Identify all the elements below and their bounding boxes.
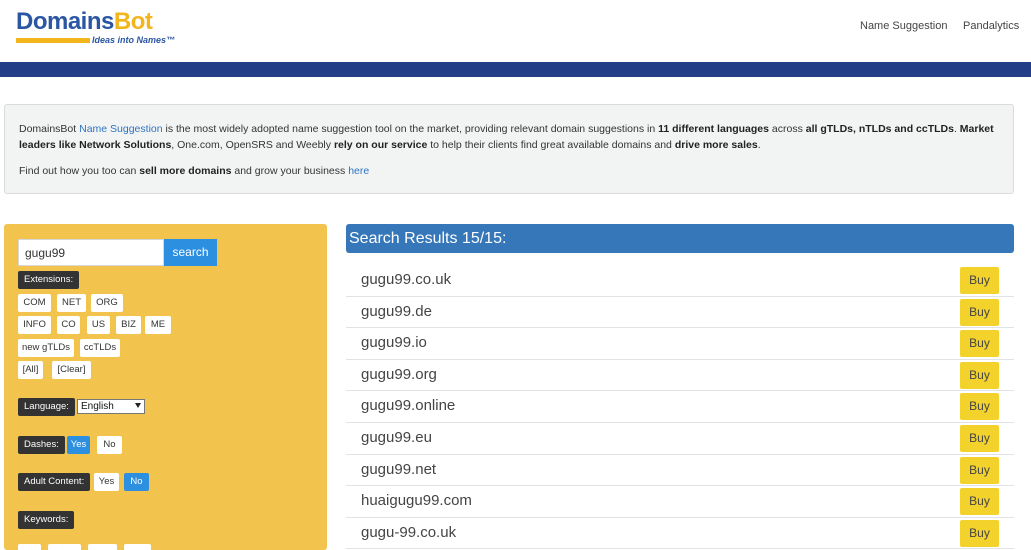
logo-tagline: Ideas into Names™ — [90, 35, 178, 46]
site-header: DomainsBot Ideas into Names™ Name Sugges… — [0, 0, 1031, 62]
result-row: gugu99.net Buy — [346, 455, 1014, 487]
intro-text: to help their clients find great availab… — [427, 139, 675, 151]
results-header: Search Results 15/15: — [346, 224, 1014, 253]
result-row: gugu99.de Buy — [346, 297, 1014, 329]
results-list: gugu99.co.uk Buy gugu99.de Buy gugu99.io Bu… — [346, 265, 1014, 550]
intro-text: and grow your business — [231, 165, 349, 177]
ext-chip-org[interactable]: ORG — [91, 294, 123, 312]
intro-text: , One.com, OpenSRS and Weebly — [171, 139, 334, 151]
adult-yes-toggle[interactable]: Yes — [94, 473, 119, 491]
intro-bold: 11 different languages — [658, 123, 769, 135]
buy-button[interactable]: Buy — [960, 424, 999, 452]
nav-name-suggestion[interactable]: Name Suggestion — [860, 20, 947, 32]
adult-no-toggle[interactable]: No — [124, 473, 149, 491]
intro-text: is the most widely adopted name suggesti… — [162, 123, 659, 135]
language-label: Language: — [18, 398, 75, 416]
result-domain[interactable]: gugu99.de — [361, 303, 432, 320]
keyword-chip[interactable] — [88, 544, 117, 550]
domainsbot-logo[interactable]: DomainsBot Ideas into Names™ — [16, 8, 178, 48]
result-row: gugu99.org Buy — [346, 360, 1014, 392]
language-selected-value: English — [81, 401, 114, 412]
name-suggestion-link[interactable]: Name Suggestion — [79, 123, 162, 135]
here-link[interactable]: here — [348, 165, 369, 177]
intro-bold: drive more sales — [674, 139, 758, 151]
buy-button[interactable]: Buy — [960, 393, 999, 421]
buy-button[interactable]: Buy — [960, 330, 999, 358]
header-band — [0, 62, 1031, 77]
buy-button[interactable]: Buy — [960, 267, 999, 294]
buy-button[interactable]: Buy — [960, 519, 999, 547]
result-domain[interactable]: gugu99.io — [361, 334, 427, 351]
adult-content-label: Adult Content: — [18, 473, 91, 491]
result-domain[interactable]: gugu99.org — [361, 366, 437, 383]
intro-bold: all gTLDs, nTLDs and ccTLDs — [805, 123, 954, 135]
intro-box: DomainsBot Name Suggestion is the most w… — [4, 104, 1014, 194]
intro-text: DomainsBot — [19, 123, 80, 135]
keyword-chip[interactable] — [18, 544, 41, 550]
dashes-yes-toggle[interactable]: Yes — [67, 436, 90, 454]
result-domain[interactable]: gugu99.eu — [361, 429, 432, 446]
result-row: huaigugu99.com Buy — [346, 486, 1014, 518]
result-domain[interactable]: gugu99.online — [361, 397, 455, 414]
buy-button[interactable]: Buy — [960, 456, 999, 484]
ext-chip-all[interactable]: [All] — [18, 361, 43, 379]
ext-chip-co[interactable]: CO — [57, 316, 80, 334]
result-row: gugu99.co.uk Buy — [346, 265, 1014, 297]
ext-chip-net[interactable]: NET — [57, 294, 86, 312]
result-row: gugu99.io Buy — [346, 328, 1014, 360]
extensions-label: Extensions: — [18, 271, 80, 289]
result-domain[interactable]: huaigugu99.com — [361, 492, 472, 509]
ext-chip-us[interactable]: US — [87, 316, 110, 334]
intro-text: . — [757, 139, 761, 151]
nav-pandalytics[interactable]: Pandalytics — [963, 20, 1019, 32]
result-row: gugu99.eu Buy — [346, 423, 1014, 455]
intro-text: Find out how you too can — [19, 165, 140, 177]
language-select[interactable]: English — [77, 399, 145, 414]
keyword-chip[interactable] — [48, 544, 81, 550]
intro-cta-paragraph: Find out how you too can sell more domai… — [19, 163, 999, 179]
ext-chip-info[interactable]: INFO — [18, 316, 51, 334]
intro-bold: rely on our service — [333, 139, 428, 151]
logo-part-bot: Bot — [113, 8, 153, 35]
keyword-chip[interactable] — [124, 544, 151, 550]
search-button[interactable]: search — [164, 239, 217, 266]
dashes-label: Dashes: — [18, 436, 65, 454]
result-domain[interactable]: gugu99.co.uk — [361, 271, 451, 288]
intro-bold: sell more domains — [139, 165, 232, 177]
buy-button[interactable]: Buy — [960, 361, 999, 389]
ext-chip-com[interactable]: COM — [18, 294, 51, 312]
filter-panel: search Extensions: COM NET ORG INFO CO U… — [4, 224, 327, 550]
result-row: gugu99.online Buy — [346, 391, 1014, 423]
dashes-no-toggle[interactable]: No — [97, 436, 122, 454]
result-domain[interactable]: gugu99.net — [361, 461, 436, 478]
logo-wordmark: DomainsBot — [16, 8, 153, 36]
result-domain[interactable]: gugu-99.co.uk — [361, 524, 456, 541]
ext-chip-new-gtlds[interactable]: new gTLDs — [18, 339, 74, 357]
ext-chip-clear[interactable]: [Clear] — [52, 361, 91, 379]
ext-chip-cctlds[interactable]: ccTLDs — [80, 339, 120, 357]
ext-chip-me[interactable]: ME — [145, 316, 171, 334]
intro-paragraph: DomainsBot Name Suggestion is the most w… — [19, 121, 999, 153]
ext-chip-biz[interactable]: BIZ — [116, 316, 141, 334]
buy-button[interactable]: Buy — [960, 298, 999, 326]
intro-text: across — [769, 123, 806, 135]
chevron-down-icon — [135, 403, 141, 408]
keywords-label: Keywords: — [18, 511, 75, 529]
logo-part-domains: Domains — [16, 8, 114, 35]
result-row: gugu-99.co.uk Buy — [346, 518, 1014, 550]
search-input[interactable] — [18, 239, 164, 266]
buy-button[interactable]: Buy — [960, 488, 999, 516]
